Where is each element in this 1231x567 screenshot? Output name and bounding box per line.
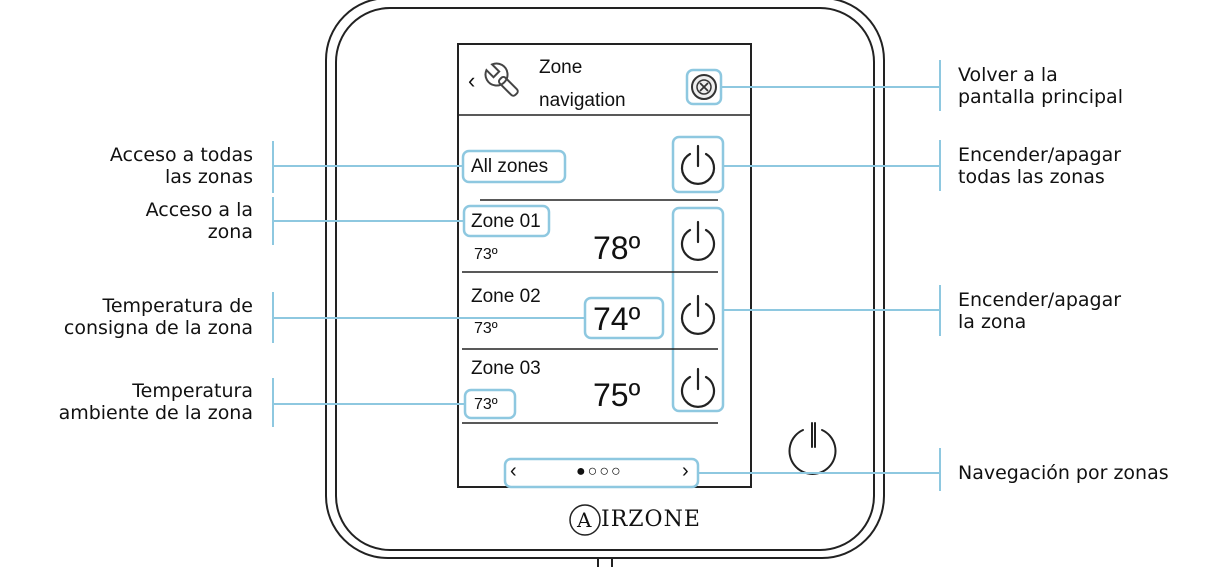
zone-ambient-temp: 73º xyxy=(474,320,498,337)
device-power-icon[interactable] xyxy=(788,422,837,475)
pager-dots: ●○○○ xyxy=(576,463,623,480)
zone-name[interactable]: Zone 03 xyxy=(471,358,541,380)
brand-logo-text: IRZONE xyxy=(601,507,701,532)
screen-title-line2: navigation xyxy=(539,90,626,111)
all-zones-button[interactable]: All zones xyxy=(471,156,548,178)
zone-name[interactable]: Zone 01 xyxy=(471,211,541,233)
annotation-back-main: Volver a la pantalla principal xyxy=(958,64,1123,108)
screen-title-line1: Zone xyxy=(539,57,583,78)
zone-setpoint-temp[interactable]: 74º xyxy=(593,301,640,338)
annotation-setpoint-temp: Temperatura de consigna de la zona xyxy=(63,295,253,339)
annotation-all-zones-access: Acceso a todas las zonas xyxy=(109,144,253,188)
zone-name[interactable]: Zone 02 xyxy=(471,286,541,308)
annotation-all-zones-power: Encender/apagar todas las zonas xyxy=(958,144,1122,188)
zone-ambient-temp: 73º xyxy=(474,246,498,263)
close-icon[interactable] xyxy=(691,74,717,100)
pager-next-icon[interactable]: › xyxy=(682,460,689,483)
annotation-zone-access: Acceso a la zona xyxy=(145,199,253,243)
zone-setpoint-temp[interactable]: 75º xyxy=(593,377,640,414)
zone-ambient-temp: 73º xyxy=(474,396,498,413)
annotation-zone-power: Encender/apagar la zona xyxy=(958,289,1122,333)
back-chevron[interactable]: ‹ xyxy=(468,70,475,92)
annotation-ambient-temp: Temperatura ambiente de la zona xyxy=(58,380,253,424)
zone-setpoint-temp[interactable]: 78º xyxy=(593,230,640,267)
annotation-zone-navigation: Navegación por zonas xyxy=(958,462,1169,484)
pager-prev-icon[interactable]: ‹ xyxy=(510,460,517,483)
brand-logo-letter: A xyxy=(577,508,593,532)
